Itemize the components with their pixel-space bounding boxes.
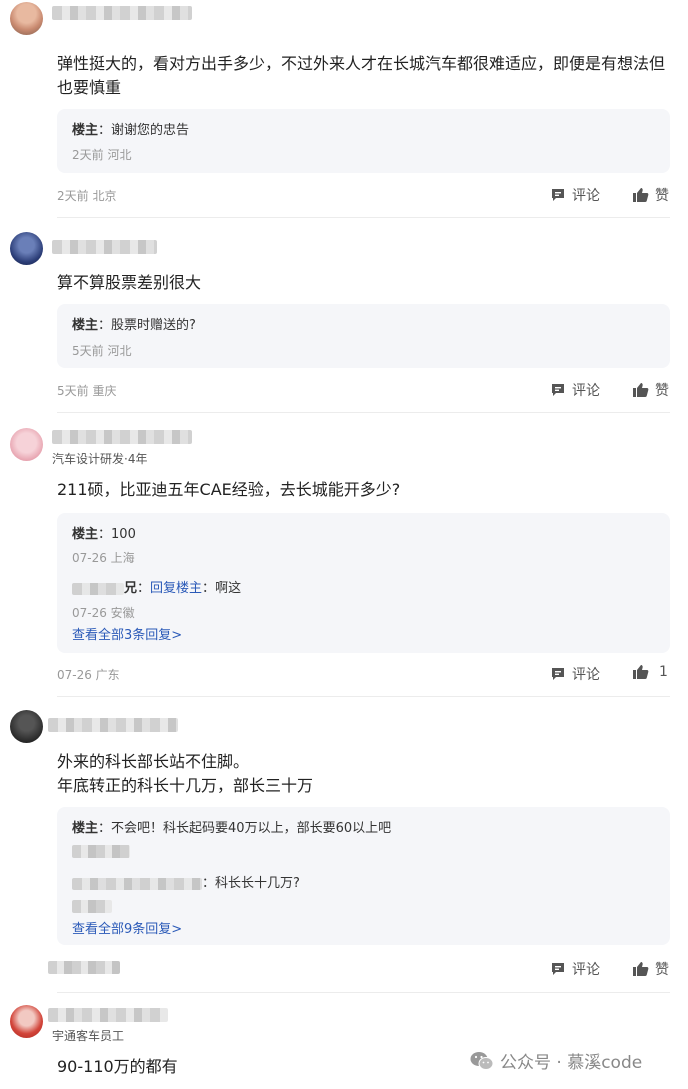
thumbs-up-icon <box>633 665 649 679</box>
divider <box>57 992 670 993</box>
blurred-meta <box>72 845 130 858</box>
comment-icon <box>552 189 564 201</box>
view-all-replies-link[interactable]: 查看全部9条回复> <box>72 918 182 937</box>
comment-button[interactable]: 评论 <box>550 664 600 684</box>
thumbs-up-icon <box>633 962 649 976</box>
blurred-meta <box>72 900 112 913</box>
comment-label: 评论 <box>572 188 600 204</box>
comment-meta: 5天前 重庆 <box>57 384 117 398</box>
reply-box: 楼主：谢谢您的忠告 2天前 河北 <box>57 109 670 173</box>
avatar[interactable] <box>10 428 43 461</box>
wechat-icon <box>470 1051 494 1070</box>
reply-author[interactable]: 楼主 <box>72 821 98 836</box>
comment-button[interactable]: 评论 <box>550 380 600 400</box>
reply-text: 股票时赠送的? <box>111 318 196 333</box>
divider <box>57 696 670 697</box>
comment-button[interactable]: 评论 <box>550 959 600 979</box>
thumbs-up-icon <box>633 188 649 202</box>
reply-author-suffix[interactable]: 兄 <box>124 581 137 596</box>
like-button[interactable]: 1 <box>632 664 668 680</box>
reply-meta: 2天前 河北 <box>72 148 132 162</box>
avatar[interactable] <box>10 2 43 35</box>
user-subtitle: 汽车设计研发·4年 <box>52 452 148 466</box>
reply-author[interactable]: 楼主 <box>72 318 98 333</box>
like-label: 赞 <box>655 383 669 399</box>
comment-label: 评论 <box>572 667 600 683</box>
reply-text: 100 <box>111 527 136 542</box>
reply-meta: 07-26 安徽 <box>72 606 135 620</box>
reply-item[interactable]: ：科长长十几万? <box>72 872 300 891</box>
reply-text: 科长长十几万? <box>215 876 300 891</box>
divider <box>57 412 670 413</box>
thumbs-up-icon <box>633 383 649 397</box>
view-all-replies-link[interactable]: 查看全部3条回复> <box>72 624 182 643</box>
comment-meta: 07-26 广东 <box>57 668 120 682</box>
comment-content: 弹性挺大的，看对方出手多少，不过外来人才在长城汽车都很难适应，即便是有想法但也要… <box>57 54 666 97</box>
user-subtitle: 宇通客车员工 <box>52 1029 125 1043</box>
blurred-meta <box>48 961 120 974</box>
blurred-username[interactable] <box>52 6 192 20</box>
like-label: 赞 <box>655 188 669 204</box>
reply-item[interactable]: 楼主：股票时赠送的? <box>72 314 196 333</box>
reply-item[interactable]: 兄：回复楼主：啊这 <box>72 577 241 596</box>
blurred-username[interactable] <box>72 877 202 890</box>
comment-icon <box>552 668 564 680</box>
like-button[interactable]: 赞 <box>632 185 669 205</box>
blurred-username[interactable] <box>52 240 157 254</box>
reply-item[interactable]: 楼主：谢谢您的忠告 <box>72 119 189 138</box>
blurred-username[interactable] <box>52 430 192 444</box>
comment-content-line: 年底转正的科长十几万，部长三十万 <box>57 776 314 795</box>
reply-box: 楼主：100 07-26 上海 兄：回复楼主：啊这 07-26 安徽 查看全部3… <box>57 513 670 653</box>
like-button[interactable]: 赞 <box>632 959 669 979</box>
reply-item[interactable]: 楼主：不会吧！科长起码要40万以上，部长要60以上吧 <box>72 817 391 836</box>
divider <box>57 217 670 218</box>
reply-author[interactable]: 楼主 <box>72 123 98 138</box>
comment-content: 外来的科长部长站不住脚。 年底转正的科长十几万，部长三十万 <box>57 750 668 798</box>
comment-label: 评论 <box>572 962 600 978</box>
avatar[interactable] <box>10 232 43 265</box>
reply-box: 楼主：股票时赠送的? 5天前 河北 <box>57 304 670 368</box>
reply-meta: 07-26 上海 <box>72 551 135 565</box>
comment-content: 算不算股票差别很大 <box>57 273 202 292</box>
reply-meta: 5天前 河北 <box>72 344 132 358</box>
comment-meta: 2天前 北京 <box>57 189 117 203</box>
avatar[interactable] <box>10 710 43 743</box>
like-button[interactable]: 赞 <box>632 380 669 400</box>
comment-icon <box>552 384 564 396</box>
watermark: 公众号 · 慕溪code <box>470 1048 642 1073</box>
blurred-username[interactable] <box>48 718 178 732</box>
comment-content: 211硕，比亚迪五年CAE经验，去长城能开多少? <box>57 480 401 499</box>
reply-text: 不会吧！科长起码要40万以上，部长要60以上吧 <box>111 821 392 836</box>
blurred-username[interactable] <box>72 582 124 595</box>
reply-box: 楼主：不会吧！科长起码要40万以上，部长要60以上吧 ：科长长十几万? 查看全部… <box>57 807 670 945</box>
reply-text: 啊这 <box>215 581 242 596</box>
avatar[interactable] <box>10 1005 43 1038</box>
reply-text: 谢谢您的忠告 <box>111 123 190 138</box>
blurred-username[interactable] <box>48 1008 168 1022</box>
reply-item[interactable]: 楼主：100 <box>72 523 136 542</box>
comment-label: 评论 <box>572 383 600 399</box>
reply-author[interactable]: 楼主 <box>72 527 98 542</box>
like-count: 1 <box>659 664 668 680</box>
like-label: 赞 <box>655 962 669 978</box>
watermark-text: 公众号 · 慕溪code <box>500 1053 643 1073</box>
comment-content-line: 外来的科长部长站不住脚。 <box>57 752 250 771</box>
reply-to-link[interactable]: 回复楼主 <box>150 581 202 596</box>
comment-button[interactable]: 评论 <box>550 185 600 205</box>
comment-icon <box>552 963 564 975</box>
